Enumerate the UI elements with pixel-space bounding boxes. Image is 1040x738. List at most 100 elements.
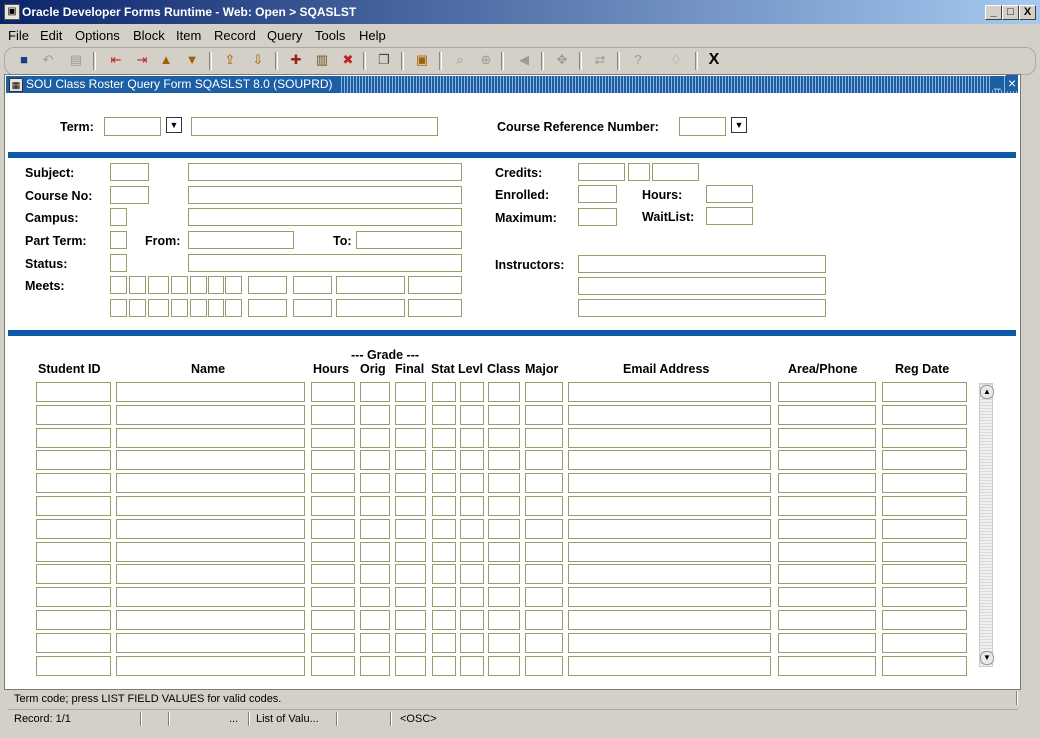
form-minimize-button[interactable]: _ (992, 76, 1003, 90)
name-cell[interactable] (116, 450, 305, 471)
stat-cell[interactable] (432, 404, 456, 425)
email-cell[interactable] (568, 427, 771, 448)
levl-cell[interactable] (460, 427, 484, 448)
major-cell[interactable] (525, 587, 563, 608)
orig-grade-cell[interactable] (360, 610, 390, 630)
exchange-icon[interactable]: ⇄ (591, 52, 609, 68)
major-cell[interactable] (525, 473, 563, 494)
name-cell[interactable] (116, 427, 305, 448)
orig-grade-cell[interactable] (360, 496, 390, 516)
area-phone-cell[interactable] (778, 564, 876, 585)
hours-cell[interactable] (311, 382, 355, 402)
reg-date-cell[interactable] (882, 404, 967, 425)
reg-date-cell[interactable] (882, 587, 967, 608)
print-icon[interactable]: ▤ (67, 52, 85, 68)
enrolled-field[interactable] (578, 185, 617, 203)
class-cell[interactable] (488, 496, 520, 516)
stat-cell[interactable] (432, 541, 456, 562)
close-window-button[interactable]: X (1019, 5, 1036, 20)
target-icon[interactable]: ✥ (553, 52, 571, 68)
meets-day-field[interactable] (190, 299, 207, 317)
orig-grade-cell[interactable] (360, 427, 390, 448)
menu-item[interactable]: Item (176, 28, 201, 43)
menu-help[interactable]: Help (359, 28, 386, 43)
reg-date-cell[interactable] (882, 473, 967, 494)
name-cell[interactable] (116, 541, 305, 562)
maximum-field[interactable] (578, 208, 617, 226)
final-grade-cell[interactable] (395, 404, 426, 425)
final-grade-cell[interactable] (395, 587, 426, 608)
final-grade-cell[interactable] (395, 541, 426, 562)
major-cell[interactable] (525, 427, 563, 448)
previous-record-icon[interactable]: ▲ (157, 52, 175, 68)
meets-day-field[interactable] (148, 299, 169, 317)
hours-cell[interactable] (311, 473, 355, 494)
class-cell[interactable] (488, 518, 520, 539)
remove-record-icon[interactable]: ▥ (313, 52, 331, 68)
meets-building-field[interactable] (336, 276, 405, 294)
major-cell[interactable] (525, 541, 563, 562)
duplicate-icon[interactable]: ❐ (375, 52, 393, 68)
name-cell[interactable] (116, 655, 305, 676)
reg-date-cell[interactable] (882, 564, 967, 585)
stat-cell[interactable] (432, 655, 456, 676)
stat-cell[interactable] (432, 518, 456, 539)
next-block-icon[interactable]: ⇥ (133, 52, 151, 68)
scroll-down-icon[interactable]: ▼ (980, 651, 994, 665)
hours-cell[interactable] (311, 450, 355, 471)
name-cell[interactable] (116, 610, 305, 630)
email-cell[interactable] (568, 632, 771, 653)
status-desc-field[interactable] (188, 254, 462, 272)
final-grade-cell[interactable] (395, 564, 426, 585)
student-id-cell[interactable] (36, 404, 111, 425)
final-grade-cell[interactable] (395, 473, 426, 494)
major-cell[interactable] (525, 450, 563, 471)
exit-button[interactable]: X (705, 52, 723, 68)
class-cell[interactable] (488, 610, 520, 630)
hours-field[interactable] (706, 185, 753, 203)
name-cell[interactable] (116, 632, 305, 653)
email-cell[interactable] (568, 541, 771, 562)
class-cell[interactable] (488, 473, 520, 494)
hours-cell[interactable] (311, 427, 355, 448)
orig-grade-cell[interactable] (360, 473, 390, 494)
email-cell[interactable] (568, 564, 771, 585)
lightbulb-icon[interactable]: ♢ (667, 52, 685, 68)
volume-icon[interactable]: ◀ (515, 52, 533, 68)
name-cell[interactable] (116, 496, 305, 516)
reg-date-cell[interactable] (882, 541, 967, 562)
class-cell[interactable] (488, 427, 520, 448)
email-cell[interactable] (568, 496, 771, 516)
name-cell[interactable] (116, 404, 305, 425)
orig-grade-cell[interactable] (360, 541, 390, 562)
credits-high-field[interactable] (652, 163, 699, 181)
final-grade-cell[interactable] (395, 518, 426, 539)
menu-block[interactable]: Block (133, 28, 165, 43)
student-id-cell[interactable] (36, 496, 111, 516)
class-cell[interactable] (488, 541, 520, 562)
menu-record[interactable]: Record (214, 28, 256, 43)
orig-grade-cell[interactable] (360, 518, 390, 539)
meets-day-field[interactable] (225, 276, 242, 294)
search-icon[interactable]: ⌕ (451, 52, 469, 68)
area-phone-cell[interactable] (778, 655, 876, 676)
meets-day-field[interactable] (171, 276, 188, 294)
hours-cell[interactable] (311, 610, 355, 630)
meets-end-time-field[interactable] (293, 299, 332, 317)
class-cell[interactable] (488, 404, 520, 425)
orig-grade-cell[interactable] (360, 404, 390, 425)
levl-cell[interactable] (460, 610, 484, 630)
course-title-field[interactable] (188, 186, 462, 204)
levl-cell[interactable] (460, 404, 484, 425)
area-phone-cell[interactable] (778, 587, 876, 608)
rollback-icon[interactable]: ↶ (39, 52, 57, 68)
class-cell[interactable] (488, 450, 520, 471)
student-id-cell[interactable] (36, 382, 111, 402)
student-id-cell[interactable] (36, 541, 111, 562)
student-id-cell[interactable] (36, 632, 111, 653)
major-cell[interactable] (525, 610, 563, 630)
final-grade-cell[interactable] (395, 496, 426, 516)
student-id-cell[interactable] (36, 427, 111, 448)
meets-day-field[interactable] (190, 276, 207, 294)
form-close-button[interactable]: × (1006, 75, 1019, 91)
